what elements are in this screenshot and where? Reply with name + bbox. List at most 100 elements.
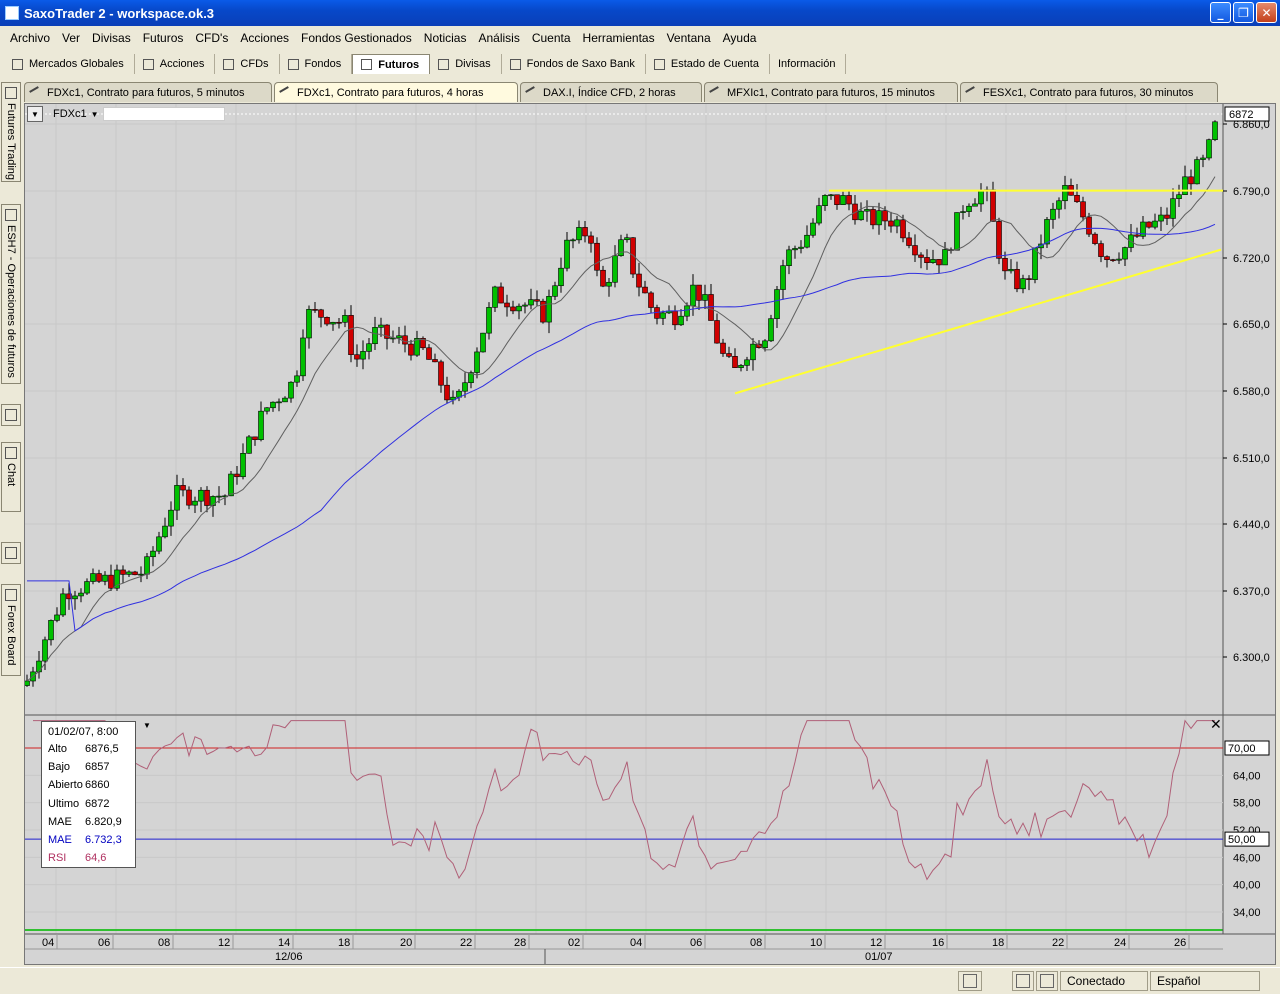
candle-body — [120, 569, 126, 575]
chart-area[interactable]: 6.860,0 6.790,0 6.720,0 6.650,0 6.580,0 6.510… — [24, 103, 1276, 965]
menu-item-5[interactable]: Acciones — [234, 31, 295, 45]
data-window-row: MAE 6.732,3 — [42, 831, 135, 849]
candle-body — [882, 210, 888, 222]
tab-2[interactable]: DAX.I, Índice CFD, 2 horas — [520, 82, 702, 102]
candle-body — [798, 246, 804, 249]
rsi-tick-label: 50,00 — [1228, 834, 1256, 846]
rsi-menu-icon[interactable]: ▼ — [143, 721, 151, 730]
book-icon — [5, 547, 17, 559]
data-window-row: Abierto 6860 — [42, 776, 135, 794]
status-secure[interactable] — [1036, 971, 1058, 991]
side-panel-forex-board[interactable]: Forex Board — [1, 584, 21, 676]
status-lock[interactable] — [958, 971, 982, 991]
side-panel-futures-operations[interactable]: ESH7 - Operaciones de futuros — [1, 204, 21, 384]
menu-item-12[interactable]: Ayuda — [717, 31, 763, 45]
candle-body — [444, 384, 450, 401]
toolbar-button-6[interactable]: Fondos de Saxo Bank — [502, 54, 646, 74]
candle-body — [354, 354, 360, 360]
symbol-row: ▼ FDXc1 ▼ — [27, 106, 225, 122]
candle-body — [264, 407, 270, 412]
tab-1[interactable]: FDXc1, Contrato para futuros, 4 horas — [274, 82, 518, 102]
candle-body — [186, 489, 192, 506]
toolbar-button-1[interactable]: Acciones — [135, 54, 216, 74]
toolbar-button-8[interactable]: Información — [770, 54, 847, 74]
candle-body — [1188, 176, 1194, 185]
close-button[interactable]: ✕ — [1256, 2, 1277, 23]
candle-body — [372, 327, 378, 345]
price-tick-label: 6.440,0 — [1233, 519, 1270, 531]
candle-body — [834, 194, 840, 205]
menu-item-10[interactable]: Herramientas — [577, 31, 661, 45]
candle-body — [306, 309, 312, 339]
candle-body — [954, 212, 960, 251]
menu-item-11[interactable]: Ventana — [661, 31, 717, 45]
side-panel-book[interactable] — [1, 542, 21, 564]
menu-item-7[interactable]: Noticias — [418, 31, 473, 45]
candle-body — [606, 281, 612, 287]
chart-menu-button[interactable]: ▼ — [27, 106, 43, 122]
side-panel-futures-trading[interactable]: Futures Trading — [1, 82, 21, 182]
candle-body — [1116, 258, 1122, 261]
toolbar-button-0[interactable]: Mercados Globales — [4, 54, 135, 74]
candle-body — [810, 222, 816, 236]
menu-item-2[interactable]: Divisas — [86, 31, 137, 45]
close-indicator-icon[interactable]: ✕ — [1210, 716, 1222, 733]
tab-0[interactable]: FDXc1, Contrato para futuros, 5 minutos — [24, 82, 272, 102]
candle-body — [348, 315, 354, 355]
candle-body — [1206, 139, 1212, 159]
candle-body — [552, 285, 558, 297]
menu-item-1[interactable]: Ver — [56, 31, 86, 45]
toolbar-button-5[interactable]: Divisas — [430, 54, 502, 74]
price-tick-label: 6.510,0 — [1233, 453, 1270, 465]
status-language[interactable]: Español — [1150, 971, 1260, 991]
menu-item-3[interactable]: Futuros — [137, 31, 190, 45]
symbol-dropdown-icon[interactable]: ▼ — [91, 110, 99, 119]
candle-body — [150, 550, 156, 558]
toolbar-button-7[interactable]: Estado de Cuenta — [646, 54, 770, 74]
chart-tab-icon — [525, 85, 539, 100]
toolbar-button-3[interactable]: Fondos — [280, 54, 353, 74]
candle-body — [402, 335, 408, 345]
candle-body — [648, 292, 654, 308]
candle-body — [90, 573, 96, 582]
candle-body — [138, 573, 144, 576]
menu-item-9[interactable]: Cuenta — [526, 31, 577, 45]
candle-body — [1182, 176, 1188, 195]
date-tick-label: 22 — [1052, 937, 1064, 949]
side-panel-chat[interactable]: Chat — [1, 442, 21, 512]
candle-body — [1194, 159, 1200, 185]
candle-body — [900, 219, 906, 239]
menu-item-8[interactable]: Análisis — [472, 31, 525, 45]
menu-item-6[interactable]: Fondos Gestionados — [295, 31, 418, 45]
data-window-value: 6872 — [85, 797, 110, 810]
maximize-button[interactable]: ❐ — [1233, 2, 1254, 23]
menu-item-4[interactable]: CFD's — [189, 31, 234, 45]
candle-body — [246, 436, 252, 454]
candle-body — [612, 255, 618, 283]
candle-body — [804, 234, 810, 248]
symbol-input[interactable] — [102, 107, 225, 121]
candle-body — [228, 473, 234, 497]
data-window-row: Ultimo 6872 — [42, 795, 135, 813]
toolbar-button-2[interactable]: CFDs — [215, 54, 280, 74]
candle-body — [258, 410, 264, 441]
candle-body — [72, 595, 78, 600]
candle-body — [864, 209, 870, 212]
tab-3[interactable]: MFXIc1, Contrato para futuros, 15 minuto… — [704, 82, 958, 102]
tab-label: FESXc1, Contrato para futuros, 30 minuto… — [983, 86, 1194, 99]
candle-body — [1110, 259, 1116, 261]
menu-item-0[interactable]: Archivo — [4, 31, 56, 45]
candle-body — [996, 221, 1002, 259]
candle-body — [726, 353, 732, 357]
tab-4[interactable]: FESXc1, Contrato para futuros, 30 minuto… — [960, 82, 1218, 102]
candle-body — [432, 359, 438, 363]
candle-body — [300, 337, 306, 377]
toolbar-button-4[interactable]: Futuros — [352, 54, 431, 74]
status-bar: Conectado Español — [0, 967, 1280, 994]
minimize-button[interactable]: _ — [1210, 2, 1231, 23]
price-chart[interactable]: 6.860,06.790,06.720,06.650,06.580,06.510… — [25, 104, 1275, 964]
candle-body — [918, 254, 924, 258]
side-panel-tool[interactable] — [1, 404, 21, 426]
status-network[interactable] — [1012, 971, 1034, 991]
candle-body — [840, 195, 846, 205]
